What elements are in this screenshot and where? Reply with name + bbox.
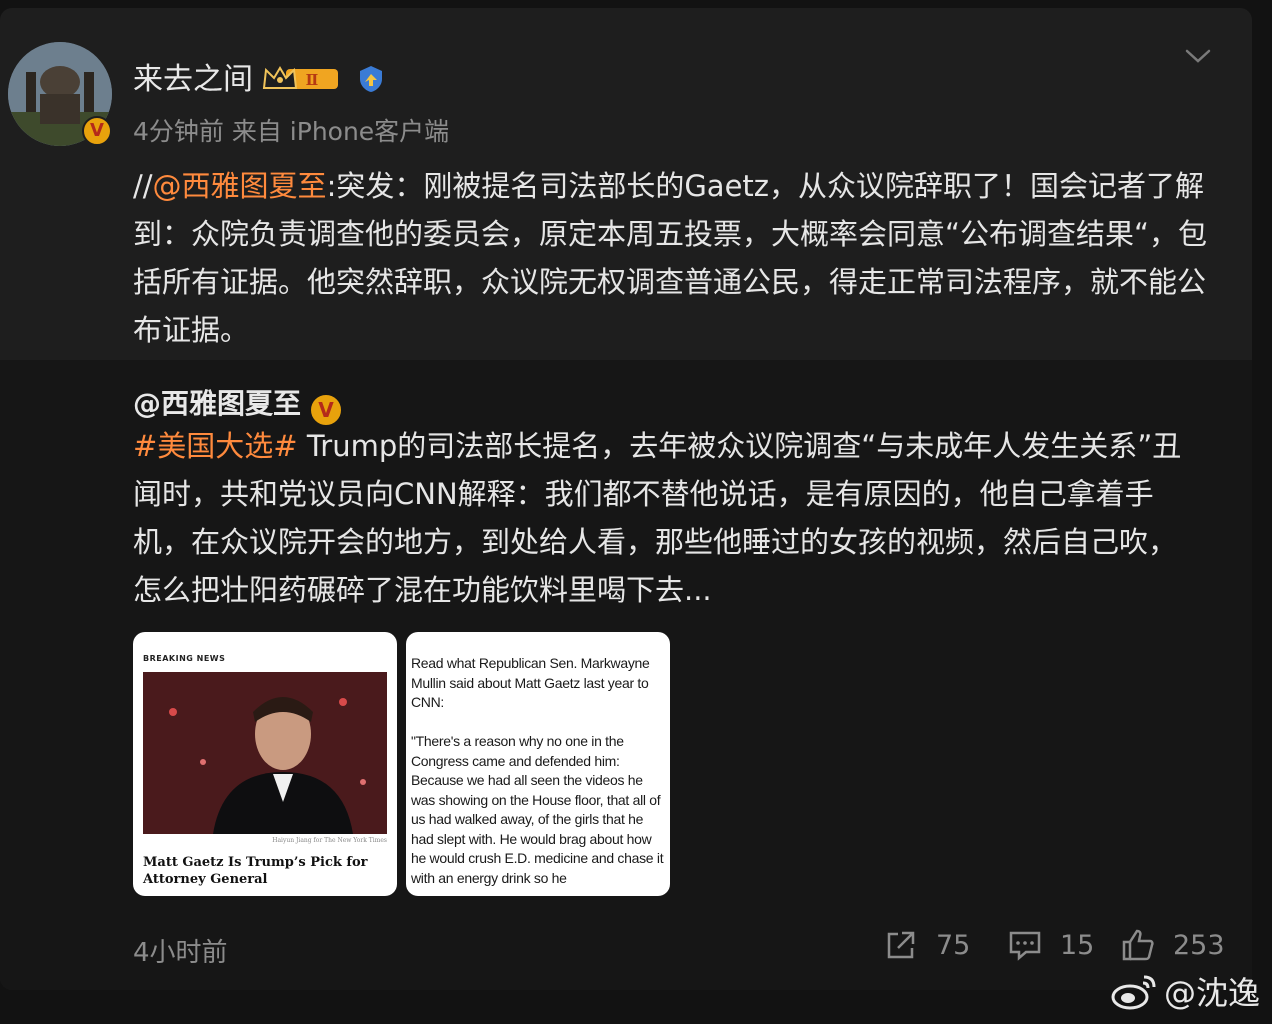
quote-image-thumbnail[interactable]: Read what Republican Sen. Markwayne Mull… bbox=[406, 632, 670, 896]
svg-text:Ⅱ: Ⅱ bbox=[306, 71, 319, 89]
verified-v-badge: V bbox=[82, 116, 112, 146]
weibo-watermark: @沈逸 bbox=[1110, 968, 1260, 1014]
post-section: V 来去之间 Ⅱ 4分钟前 来自 iPhone客户端 //@西雅图夏至:突发：刚… bbox=[0, 8, 1252, 360]
watermark-handle: @沈逸 bbox=[1164, 974, 1261, 1012]
verified-shield-icon[interactable] bbox=[356, 64, 386, 94]
post-username[interactable]: 来去之间 bbox=[133, 54, 253, 98]
member-crown-badge[interactable]: Ⅱ bbox=[262, 64, 340, 94]
comment-button[interactable]: 15 bbox=[1008, 928, 1094, 962]
repost-count: 75 bbox=[936, 929, 971, 961]
news-image-thumbnail[interactable]: BREAKING NEWS Haiyun Jiang for The New Y… bbox=[133, 632, 397, 896]
repost-time: 4小时前 bbox=[133, 938, 228, 968]
repost-username[interactable]: @西雅图夏至 V bbox=[133, 382, 344, 427]
photo-credit: Haiyun Jiang for The New York Times bbox=[272, 837, 387, 844]
repost-text: #美国大选# Trump的司法部长提名，去年被众议院调查“与未成年人发生关系”丑… bbox=[133, 429, 1182, 607]
share-icon bbox=[887, 931, 915, 959]
repost-section[interactable]: @西雅图夏至 V #美国大选# Trump的司法部长提名，去年被众议院调查“与未成… bbox=[0, 360, 1252, 990]
repost-button[interactable]: 75 bbox=[884, 928, 970, 962]
breaking-news-label: BREAKING NEWS bbox=[143, 654, 226, 663]
post-meta: 4分钟前 来自 iPhone客户端 bbox=[133, 117, 450, 146]
comment-icon bbox=[1009, 931, 1041, 961]
chevron-down-icon[interactable] bbox=[1184, 46, 1212, 66]
repost-footer: 4小时前 75 15 253 bbox=[0, 920, 1252, 980]
weibo-card: V 来去之间 Ⅱ 4分钟前 来自 iPhone客户端 //@西雅图夏至:突发：刚… bbox=[0, 8, 1252, 990]
weibo-logo-icon bbox=[1111, 975, 1156, 1010]
quote-text: Read what Republican Sen. Markwayne Mull… bbox=[411, 655, 664, 886]
mention-link[interactable]: @西雅图夏至 bbox=[153, 169, 327, 203]
post-text: //@西雅图夏至:突发：刚被提名司法部长的Gaetz，从众议院辞职了！国会记者了… bbox=[133, 162, 1223, 354]
comment-count: 15 bbox=[1060, 929, 1095, 961]
news-headline: Matt Gaetz Is Trump’s Pick for Attorney … bbox=[143, 855, 368, 887]
news-photo bbox=[143, 672, 387, 834]
hashtag-link[interactable]: #美国大选# bbox=[133, 429, 298, 463]
like-button[interactable]: 253 bbox=[1121, 928, 1225, 962]
thumbs-up-icon bbox=[1122, 929, 1154, 961]
like-count: 253 bbox=[1173, 929, 1225, 961]
repost-prefix: // bbox=[133, 169, 153, 203]
